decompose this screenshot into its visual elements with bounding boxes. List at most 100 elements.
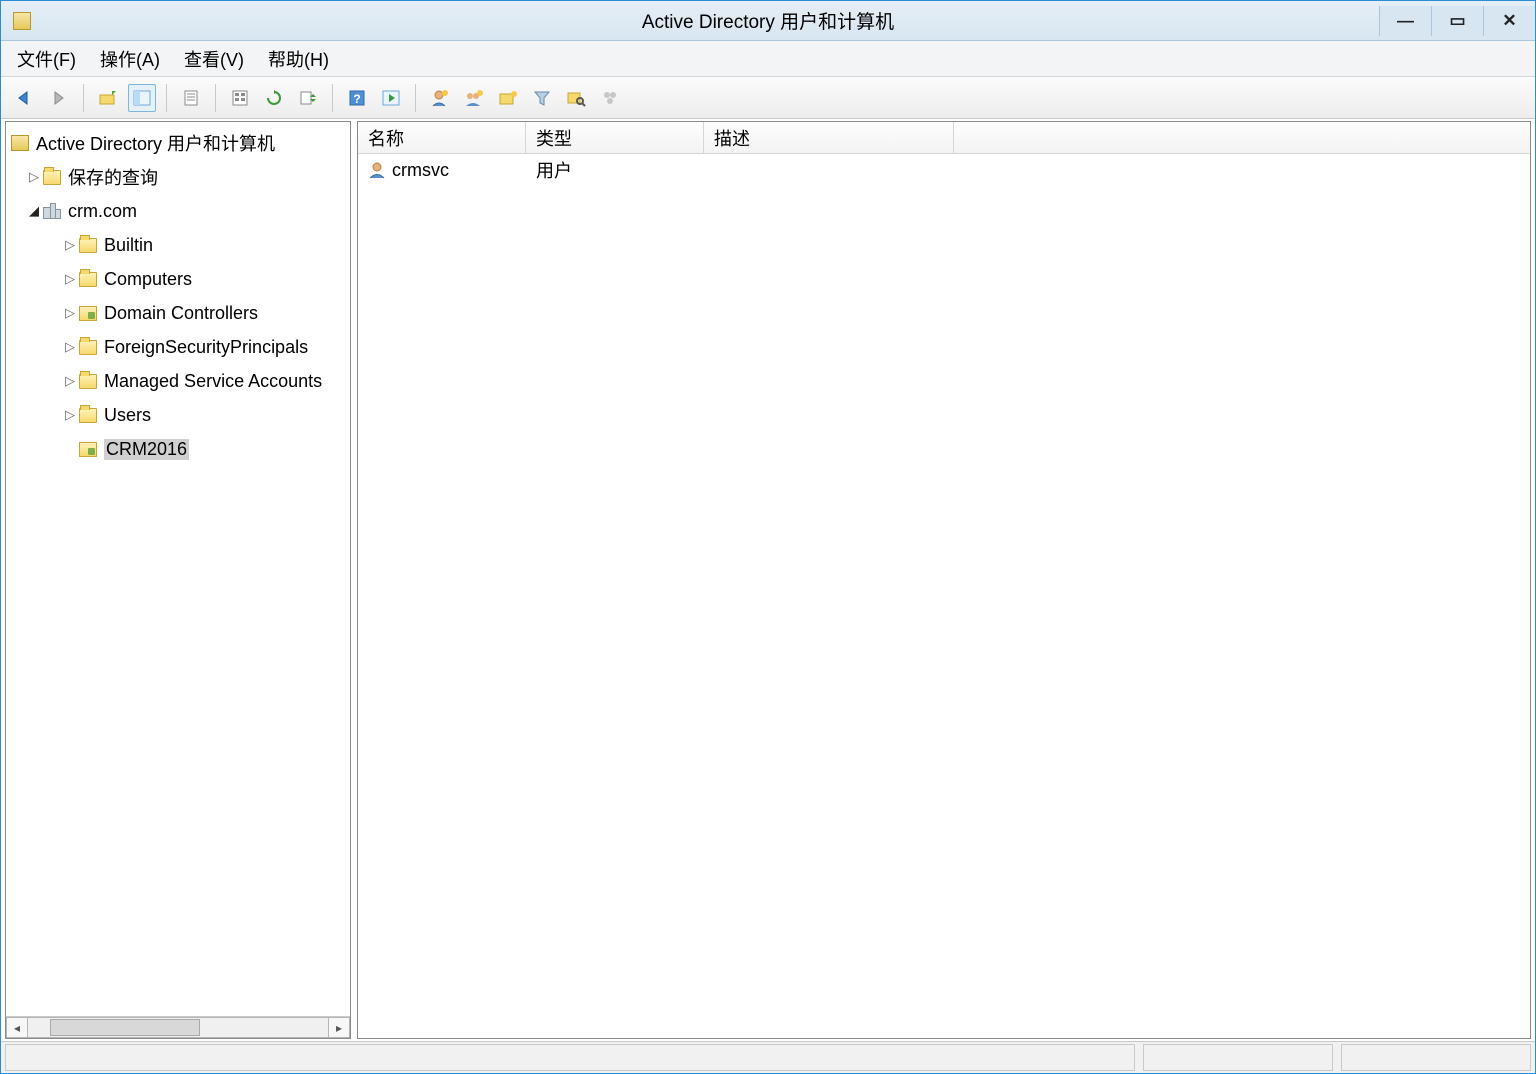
action-pane-button[interactable] xyxy=(377,84,405,112)
list-item[interactable]: crmsvc 用户 xyxy=(358,154,1530,186)
new-user-icon xyxy=(430,88,450,108)
tree-msa[interactable]: ▷ Managed Service Accounts xyxy=(6,364,350,398)
filter-icon xyxy=(533,89,551,107)
add-criteria-icon xyxy=(600,88,620,108)
toolbar-separator xyxy=(332,84,333,112)
minimize-button[interactable]: — xyxy=(1379,6,1431,36)
add-criteria-button[interactable] xyxy=(596,84,624,112)
toolbar-separator xyxy=(166,84,167,112)
column-desc[interactable]: 描述 xyxy=(704,122,954,153)
up-folder-icon xyxy=(98,89,118,107)
svg-text:?: ? xyxy=(353,92,360,106)
expander-icon[interactable]: ▷ xyxy=(62,373,78,389)
up-button[interactable] xyxy=(94,84,122,112)
scroll-left-button[interactable]: ◂ xyxy=(6,1017,28,1038)
new-ou-icon xyxy=(498,89,518,107)
maximize-button[interactable]: ▭ xyxy=(1431,6,1483,36)
expander-icon[interactable]: ▷ xyxy=(26,169,42,185)
scroll-track[interactable] xyxy=(28,1017,328,1038)
action-pane-icon xyxy=(381,89,401,107)
new-ou-button[interactable] xyxy=(494,84,522,112)
status-segment-2 xyxy=(1341,1044,1531,1071)
export-icon xyxy=(299,89,317,107)
status-bar xyxy=(1,1041,1535,1073)
toolbar-separator xyxy=(415,84,416,112)
toolbar-separator xyxy=(83,84,84,112)
properties-button[interactable] xyxy=(177,84,205,112)
tree-builtin[interactable]: ▷ Builtin xyxy=(6,228,350,262)
domain-icon xyxy=(42,201,62,221)
ou-icon xyxy=(78,439,98,459)
menu-file[interactable]: 文件(F) xyxy=(17,46,76,72)
new-group-button[interactable] xyxy=(460,84,488,112)
show-hide-tree-button[interactable] xyxy=(128,84,156,112)
tree-label: ForeignSecurityPrincipals xyxy=(104,337,308,358)
expander-open-icon[interactable]: ◢ xyxy=(26,203,42,219)
expander-icon[interactable]: ▷ xyxy=(62,407,78,423)
properties-icon xyxy=(182,89,200,107)
find-button[interactable] xyxy=(562,84,590,112)
content-area: Active Directory 用户和计算机 ▷ 保存的查询 ◢ crm.co… xyxy=(1,119,1535,1041)
cell-name-text: crmsvc xyxy=(392,160,449,181)
back-button[interactable] xyxy=(11,84,39,112)
window-title: Active Directory 用户和计算机 xyxy=(1,7,1535,34)
folder-icon xyxy=(78,235,98,255)
tree-root[interactable]: Active Directory 用户和计算机 xyxy=(6,126,350,160)
app-folder-icon xyxy=(10,133,30,153)
tree-saved-queries[interactable]: ▷ 保存的查询 xyxy=(6,160,350,194)
toolbar-separator xyxy=(215,84,216,112)
ou-icon xyxy=(78,303,98,323)
list-body[interactable]: crmsvc 用户 xyxy=(358,154,1530,1038)
tree-view[interactable]: Active Directory 用户和计算机 ▷ 保存的查询 ◢ crm.co… xyxy=(6,122,350,1016)
tree-crm2016[interactable]: CRM2016 xyxy=(6,432,350,466)
tree-label: 保存的查询 xyxy=(68,164,158,190)
tree-root-label: Active Directory 用户和计算机 xyxy=(36,130,275,156)
folder-icon xyxy=(78,269,98,289)
expander-icon[interactable]: ▷ xyxy=(62,237,78,253)
back-icon xyxy=(15,90,35,106)
user-icon xyxy=(368,161,386,179)
help-icon: ? xyxy=(348,89,366,107)
tree-label: CRM2016 xyxy=(104,439,189,460)
close-button[interactable]: ✕ xyxy=(1483,6,1535,36)
find-icon xyxy=(566,89,586,107)
horizontal-scrollbar[interactable]: ◂ ▸ xyxy=(6,1016,350,1038)
cell-type-text: 用户 xyxy=(536,157,572,183)
tree-users[interactable]: ▷ Users xyxy=(6,398,350,432)
export-list-icon xyxy=(231,89,249,107)
forward-button[interactable] xyxy=(45,84,73,112)
export-list-button[interactable] xyxy=(226,84,254,112)
list-panel: 名称 类型 描述 crmsvc 用户 xyxy=(357,121,1531,1039)
menu-view[interactable]: 查看(V) xyxy=(184,46,244,72)
tree-label: Managed Service Accounts xyxy=(104,371,322,392)
tree-domain[interactable]: ◢ crm.com xyxy=(6,194,350,228)
filter-button[interactable] xyxy=(528,84,556,112)
menu-help[interactable]: 帮助(H) xyxy=(268,46,329,72)
export-button[interactable] xyxy=(294,84,322,112)
cell-type: 用户 xyxy=(526,157,704,183)
menu-bar: 文件(F) 操作(A) 查看(V) 帮助(H) xyxy=(1,41,1535,77)
scroll-right-button[interactable]: ▸ xyxy=(328,1017,350,1038)
column-name[interactable]: 名称 xyxy=(358,122,526,153)
title-bar: Active Directory 用户和计算机 — ▭ ✕ xyxy=(1,1,1535,41)
toolbar: ? xyxy=(1,77,1535,119)
expander-icon[interactable]: ▷ xyxy=(62,305,78,321)
expander-icon[interactable]: ▷ xyxy=(62,271,78,287)
tree-domain-controllers[interactable]: ▷ Domain Controllers xyxy=(6,296,350,330)
tree-label: Users xyxy=(104,405,151,426)
expander-icon[interactable]: ▷ xyxy=(62,339,78,355)
column-type[interactable]: 类型 xyxy=(526,122,704,153)
menu-action[interactable]: 操作(A) xyxy=(100,46,160,72)
window-controls: — ▭ ✕ xyxy=(1379,6,1535,36)
folder-icon xyxy=(78,371,98,391)
folder-icon xyxy=(78,405,98,425)
new-group-icon xyxy=(464,88,484,108)
scroll-thumb[interactable] xyxy=(50,1019,200,1036)
refresh-button[interactable] xyxy=(260,84,288,112)
tree-fsp[interactable]: ▷ ForeignSecurityPrincipals xyxy=(6,330,350,364)
new-user-button[interactable] xyxy=(426,84,454,112)
help-button[interactable]: ? xyxy=(343,84,371,112)
tree-computers[interactable]: ▷ Computers xyxy=(6,262,350,296)
list-header: 名称 类型 描述 xyxy=(358,122,1530,154)
show-hide-pane-icon xyxy=(132,89,152,107)
